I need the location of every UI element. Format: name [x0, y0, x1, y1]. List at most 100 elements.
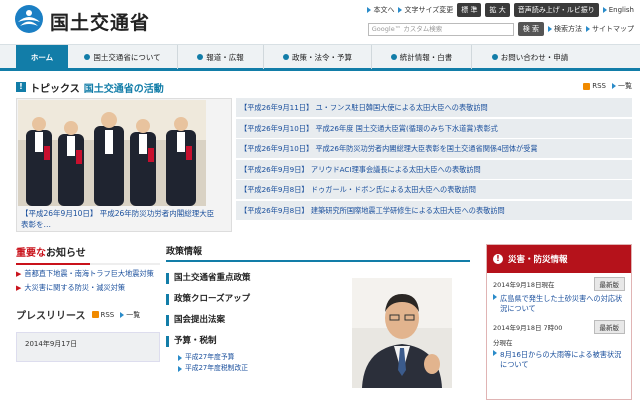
- nav-about-label: 国土交通省について: [93, 52, 161, 62]
- bullet-icon: [491, 54, 498, 60]
- arrow-icon: [493, 294, 497, 300]
- news-item[interactable]: ▶ 大災害に関する防災・減災対策: [16, 283, 160, 293]
- policy-item-label: 政策クローズアップ: [174, 294, 251, 304]
- voice-ruby-button[interactable]: 音声読み上げ・ルビ振り: [513, 3, 599, 17]
- bar-icon: [166, 315, 169, 326]
- arrow-icon: [548, 26, 552, 32]
- news-item-label: 大災害に関する防災・減災対策: [24, 283, 126, 292]
- english-label: English: [608, 6, 634, 14]
- arrow-icon: [398, 7, 403, 13]
- list-label: 一覧: [126, 310, 141, 319]
- topic-item[interactable]: 【平成26年9月11日】 ユ・フンス駐日韓国大使による太田大臣への表敬訪問: [236, 98, 632, 117]
- header-utility-links: 本文へ 文字サイズ変更 標 準 拡 大 音声読み上げ・ルビ振り English: [367, 3, 634, 17]
- disaster-link-label: 8月16日からの大雨等による被害状況について: [500, 350, 622, 369]
- disaster-entry: 2014年9月18日 7時00 最新版 分現在 8月16日からの大雨等による被害状…: [487, 316, 631, 372]
- exclamation-icon: !: [16, 82, 26, 92]
- nav-statistics[interactable]: 統計情報・白書: [372, 45, 472, 69]
- topic-item[interactable]: 【平成26年9月9日】 アリウドACI理事会議長による太田大臣への表敬訪問: [236, 159, 632, 179]
- search-help-label: 検索方法: [554, 25, 582, 33]
- topics-subtitle: 国土交通省の活動: [83, 83, 164, 95]
- policy-item[interactable]: 国土交通省重点政策: [166, 268, 334, 289]
- rss-icon: [583, 82, 591, 90]
- latest-version-button[interactable]: 最新版: [593, 277, 625, 291]
- policy-item-label: 国会提出法案: [174, 315, 226, 325]
- english-link[interactable]: English: [602, 6, 634, 14]
- arrow-icon: [602, 7, 607, 13]
- minister-photo[interactable]: [352, 278, 452, 388]
- bullet-icon: [197, 54, 204, 60]
- press-rss-link[interactable]: RSS: [91, 311, 114, 319]
- topics-list-link[interactable]: 一覧: [612, 81, 632, 91]
- policy-heading: 政策情報: [166, 244, 470, 262]
- search-area: Google™ カスタム検索 検 索 検索方法 サイトマップ: [367, 22, 634, 36]
- photo-caption-link[interactable]: 【平成26年9月10日】 平成26年防災功労者内閣総理大臣表彰を…: [21, 208, 221, 230]
- topic-item[interactable]: 【平成26年9月8日】 建築研究所国際地震工学研修生による太田大臣への表敬訪問: [236, 200, 632, 220]
- bullet-icon: [390, 54, 397, 60]
- topic-item[interactable]: 【平成26年9月10日】 平成26年度 国土交通大臣賞(循環のみち下水道賞)表彰…: [236, 118, 632, 138]
- policy-item[interactable]: 政策クローズアップ: [166, 289, 334, 310]
- site-title[interactable]: 国土交通省: [50, 8, 150, 35]
- disaster-date: 2014年9月18日 7時00: [493, 324, 563, 332]
- arrow-icon: ▶: [16, 284, 22, 292]
- nav-press-label: 報道・広報: [206, 52, 244, 62]
- skip-to-content-link[interactable]: 本文へ: [367, 5, 394, 15]
- main-nav: ホーム 国土交通省について 報道・広報 政策・法令・予算 統計情報・白書 お問い…: [0, 44, 640, 71]
- policy-item-label: 予算・税制: [174, 336, 217, 346]
- disaster-link[interactable]: 広島県で発生した土砂災害への対応状況について: [493, 294, 625, 314]
- latest-version-button[interactable]: 最新版: [593, 320, 625, 334]
- arrow-icon: [178, 365, 182, 372]
- nav-contact-label: お問い合わせ・申請: [500, 52, 569, 62]
- topic-photo-panel: 【平成26年9月10日】 平成26年防災功労者内閣総理大臣表彰を…: [16, 98, 232, 232]
- warning-icon: !: [493, 254, 503, 264]
- font-size-text: 文字サイズ変更: [404, 6, 454, 14]
- rss-label: RSS: [592, 82, 606, 90]
- font-size-label: 文字サイズ変更: [398, 5, 453, 15]
- topic-item[interactable]: 【平成26年9月10日】 平成26年防災功労者内閣総理大臣表彰を国土交通省関係4…: [236, 139, 632, 158]
- disaster-date: 2014年9月18日現在: [493, 281, 555, 289]
- disaster-title: 災害・防災情報: [508, 255, 568, 265]
- arrow-icon: [367, 7, 372, 13]
- bullet-icon: [84, 54, 91, 60]
- skip-to-content-label: 本文へ: [373, 6, 395, 14]
- bullet-icon: [283, 54, 289, 60]
- press-list-link[interactable]: 一覧: [120, 310, 140, 320]
- topic-list: 【平成26年9月11日】 ユ・フンス駐日韓国大使による太田大臣への表敬訪問 【平…: [236, 98, 632, 221]
- bar-icon: [166, 336, 169, 347]
- search-button[interactable]: 検 索: [517, 22, 544, 36]
- press-release-heading: プレスリリース RSS 一覧: [16, 307, 160, 323]
- topics-feed-links: RSS 一覧: [583, 81, 632, 91]
- font-size-standard-button[interactable]: 標 準: [457, 3, 482, 17]
- news-item[interactable]: ▶ 首都直下地震・南海トラフ巨大地震対策: [16, 269, 160, 279]
- topics-header: ! トピックス 国土交通省の活動 RSS 一覧: [16, 80, 632, 95]
- sitemap-link[interactable]: サイトマップ: [586, 24, 634, 34]
- nav-contact[interactable]: お問い合わせ・申請: [472, 45, 588, 69]
- mlit-logo-icon[interactable]: [14, 4, 44, 34]
- topics-rss-link[interactable]: RSS: [583, 82, 606, 90]
- policy-item[interactable]: 国会提出法案: [166, 310, 334, 331]
- tax-sub-link[interactable]: 平成27年度税制改正: [166, 363, 334, 374]
- nav-about[interactable]: 国土交通省について: [68, 45, 178, 69]
- list-label: 一覧: [618, 82, 632, 90]
- budget-sub-link[interactable]: 平成27年度予算: [166, 352, 334, 363]
- press-date-box: 2014年9月17日: [16, 332, 160, 362]
- arrow-icon: [493, 350, 497, 356]
- sub-link-label: 平成27年度税制改正: [185, 364, 249, 372]
- bar-icon: [166, 294, 169, 305]
- disaster-entry: 2014年9月18日現在 最新版 広島県で発生した土砂災害への対応状況について: [487, 273, 631, 316]
- arrow-icon: [178, 354, 182, 361]
- font-size-large-button[interactable]: 拡 大: [485, 3, 510, 17]
- important-news-title: お知らせ: [46, 248, 86, 259]
- disaster-link[interactable]: 8月16日からの大雨等による被害状況について: [493, 350, 625, 370]
- nav-press[interactable]: 報道・広報: [178, 45, 264, 69]
- policy-list: 国土交通省重点政策 政策クローズアップ 国会提出法案 予算・税制 平成27年度予…: [166, 268, 334, 374]
- disaster-heading: ! 災害・防災情報: [487, 245, 631, 273]
- search-help-link[interactable]: 検索方法: [548, 24, 582, 34]
- ceremony-photo[interactable]: [18, 100, 206, 206]
- topic-item[interactable]: 【平成26年9月8日】 ドゥガール・ドボン氏による太田大臣への表敬訪問: [236, 180, 632, 199]
- rss-icon: [91, 311, 99, 318]
- policy-item-label: 国土交通省重点政策: [174, 273, 251, 283]
- search-input[interactable]: Google™ カスタム検索: [367, 22, 514, 36]
- nav-policy[interactable]: 政策・法令・予算: [264, 45, 372, 69]
- policy-item[interactable]: 予算・税制: [166, 331, 334, 352]
- nav-home[interactable]: ホーム: [16, 45, 68, 69]
